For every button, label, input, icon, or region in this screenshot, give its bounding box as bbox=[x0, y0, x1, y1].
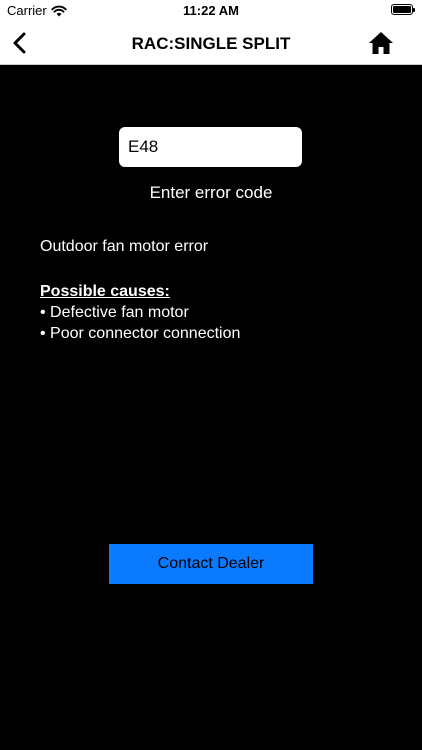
causes-list: • Defective fan motor • Poor connector c… bbox=[40, 302, 240, 344]
contact-dealer-button[interactable]: Contact Dealer bbox=[109, 544, 313, 584]
page-title: RAC:SINGLE SPLIT bbox=[131, 34, 291, 53]
back-button[interactable] bbox=[8, 30, 34, 56]
navigation-bar: RAC:SINGLE SPLIT bbox=[0, 22, 422, 65]
home-icon bbox=[369, 32, 393, 54]
error-description: Outdoor fan motor error bbox=[40, 238, 209, 255]
error-code-caption: Enter error code bbox=[149, 183, 273, 202]
error-code-input[interactable] bbox=[119, 127, 302, 167]
battery-icon bbox=[391, 4, 415, 15]
cause-item: • Poor connector connection bbox=[40, 325, 241, 342]
home-button[interactable] bbox=[368, 31, 394, 55]
status-time: 11:22 AM bbox=[183, 3, 239, 18]
status-bar: Carrier 11:22 AM bbox=[0, 0, 422, 22]
chevron-left-icon bbox=[13, 32, 26, 54]
possible-causes-section: Possible causes: • Defective fan motor •… bbox=[40, 281, 240, 344]
causes-heading: Possible causes: bbox=[40, 283, 170, 300]
cause-item: • Defective fan motor bbox=[40, 304, 189, 321]
